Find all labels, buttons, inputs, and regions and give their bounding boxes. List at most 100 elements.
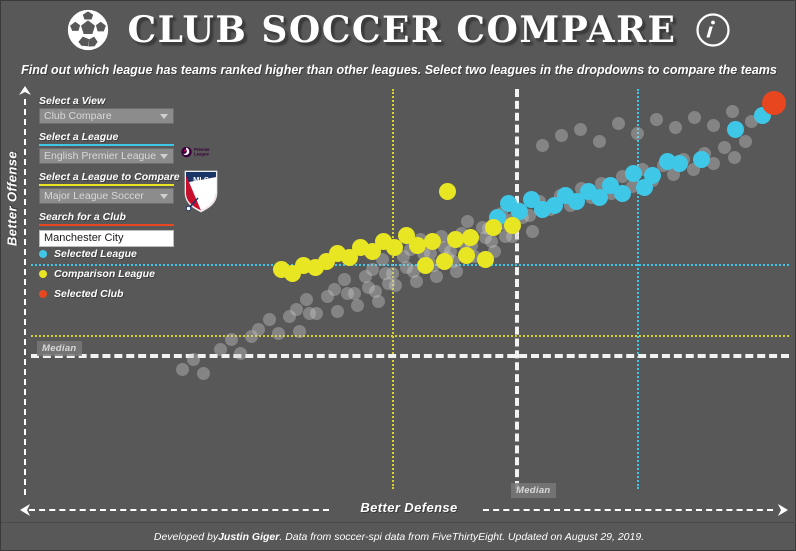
scatter-point[interactable] (687, 110, 701, 124)
scatter-point[interactable] (625, 164, 643, 182)
scatter-point[interactable] (351, 299, 365, 313)
scatter-point[interactable] (272, 260, 290, 278)
scatter-point[interactable] (649, 112, 663, 126)
scatter-point[interactable] (659, 152, 677, 170)
scatter-point[interactable] (738, 134, 752, 148)
soccer-ball-icon (68, 9, 109, 51)
scatter-point[interactable] (320, 289, 334, 303)
scatter-point[interactable] (439, 182, 457, 200)
scatter-point[interactable] (430, 269, 444, 283)
scatter-point[interactable] (382, 276, 396, 290)
scatter-point[interactable] (371, 294, 385, 308)
x-axis: Better Defense (20, 500, 789, 519)
legend-item-selected-league[interactable]: Selected League (39, 246, 155, 262)
scatter-point[interactable] (450, 264, 464, 278)
scatter-point[interactable] (196, 367, 210, 381)
scatter-point[interactable] (338, 272, 352, 286)
scatter-point[interactable] (214, 342, 227, 356)
x-axis-label: Better Defense (350, 500, 468, 515)
header: CLUB SOCCER COMPARE (1, 1, 796, 59)
scatter-point[interactable] (245, 329, 259, 343)
scatter-point[interactable] (176, 362, 190, 376)
scatter-point[interactable] (503, 216, 521, 234)
search-input[interactable] (39, 229, 174, 247)
scatter-point[interactable] (727, 120, 745, 138)
legend-label: Comparison League (54, 268, 155, 280)
scatter-point[interactable] (186, 352, 200, 366)
view-label: Select a View (39, 95, 106, 107)
scatter-point[interactable] (282, 309, 296, 323)
scatter-point[interactable] (272, 327, 286, 341)
scatter-point[interactable] (706, 118, 720, 132)
chevron-down-icon (160, 194, 168, 199)
legend-label: Selected League (54, 248, 137, 260)
premier-league-logo: Premier League (181, 146, 210, 158)
view-select[interactable]: Club Compare (39, 108, 174, 124)
mls-logo: MLS (184, 170, 218, 213)
league-label: Select a League (39, 131, 119, 143)
x-axis-arrow-right-icon (778, 504, 788, 516)
median-line-overall-h (31, 354, 789, 358)
median-line-selected-v (637, 89, 639, 489)
chevron-down-icon (160, 154, 168, 159)
scatter-point[interactable] (462, 228, 480, 246)
scatter-point[interactable] (300, 292, 314, 306)
scatter-point[interactable] (484, 218, 502, 236)
scatter-point[interactable] (636, 178, 654, 196)
scatter-point[interactable] (718, 140, 732, 154)
legend-dot-icon (39, 250, 47, 258)
scatter-point[interactable] (727, 150, 741, 164)
scatter-point[interactable] (303, 306, 317, 320)
scatter-point[interactable] (234, 347, 248, 361)
league-select[interactable]: English Premier League (39, 148, 174, 164)
scatter-point[interactable] (435, 252, 453, 270)
legend-label: Selected Club (54, 288, 124, 300)
scatter-point[interactable] (262, 312, 276, 326)
scatter-point[interactable] (668, 120, 682, 134)
scatter-point[interactable] (693, 150, 711, 168)
x-median-label: Median (511, 483, 556, 498)
scatter-point[interactable] (458, 246, 476, 264)
compare-select-value: Major League Soccer (44, 190, 144, 202)
scatter-point[interactable] (416, 256, 434, 274)
scatter-point[interactable] (399, 260, 413, 274)
y-axis-label: Better Offense (4, 151, 20, 246)
info-icon[interactable] (695, 12, 731, 48)
legend-item-selected-club[interactable]: Selected Club (39, 286, 155, 302)
view-control-group: Select a View Club Compare (39, 95, 179, 124)
league-select-value: English Premier League (44, 150, 157, 162)
svg-text:MLS: MLS (193, 175, 209, 184)
scatter-point[interactable] (341, 286, 355, 300)
league-underline (39, 144, 174, 146)
scatter-point[interactable] (526, 224, 540, 238)
y-median-label: Median (37, 341, 82, 356)
legend-item-comparison-league[interactable]: Comparison League (39, 266, 155, 282)
scatter-point[interactable] (446, 230, 464, 248)
scatter-point[interactable] (555, 128, 569, 142)
chevron-down-icon (160, 114, 168, 119)
app-root: CLUB SOCCER COMPARE Find out which leagu… (0, 0, 796, 551)
scatter-point[interactable] (574, 122, 588, 136)
scatter-point[interactable] (536, 138, 550, 152)
scatter-point[interactable] (330, 304, 344, 318)
scatter-point[interactable] (224, 332, 238, 346)
scatter-point[interactable] (477, 250, 495, 268)
scatter-point[interactable] (630, 126, 644, 140)
view-select-value: Club Compare (44, 110, 112, 122)
scatter-point[interactable] (725, 104, 739, 118)
compare-select[interactable]: Major League Soccer (39, 188, 174, 204)
footer: Developed by Justin Giger. Data from soc… (1, 522, 796, 550)
scatter-point[interactable] (761, 91, 786, 115)
scatter-point[interactable] (424, 232, 442, 250)
scatter-point[interactable] (500, 194, 518, 212)
scatter-point[interactable] (593, 134, 606, 148)
legend-dot-icon (39, 270, 47, 278)
controls-panel: Select a View Club Compare Select a Leag… (39, 95, 180, 254)
subtitle: Find out which league has teams ranked h… (21, 63, 777, 77)
search-control-group: Search for a Club (39, 211, 179, 247)
page-title: CLUB SOCCER COMPARE (127, 9, 677, 51)
scatter-point[interactable] (292, 324, 306, 338)
scatter-point[interactable] (361, 280, 375, 294)
scatter-point[interactable] (409, 274, 423, 288)
scatter-point[interactable] (611, 116, 625, 130)
